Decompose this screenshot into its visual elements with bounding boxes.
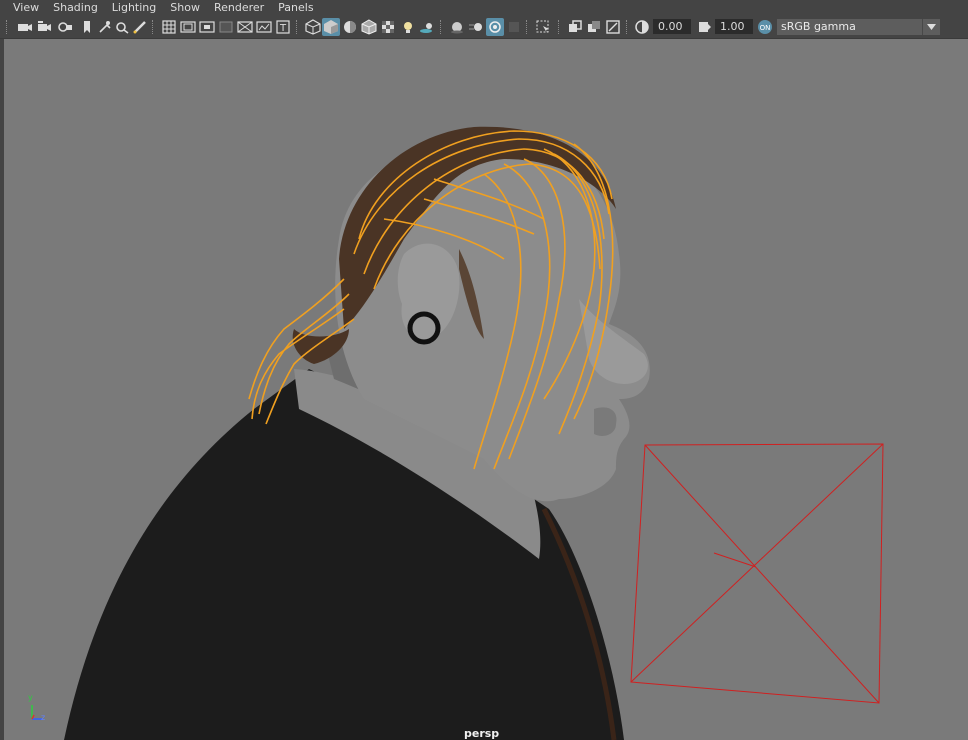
grid-icon[interactable] [160, 18, 178, 36]
grease-pencil-icon[interactable] [131, 18, 149, 36]
gamma-field[interactable]: 1.00 [715, 19, 753, 34]
panel-menu-bar: View Shading Lighting Show Renderer Pane… [0, 0, 968, 16]
chevron-down-icon[interactable] [922, 19, 940, 35]
two-d-pan-zoom-icon[interactable] [113, 18, 131, 36]
smooth-shade-icon[interactable] [322, 18, 340, 36]
wireframe-on-shaded-icon[interactable] [360, 18, 378, 36]
menu-show[interactable]: Show [163, 0, 207, 16]
xray-joints-icon[interactable] [585, 18, 603, 36]
default-material-icon[interactable] [341, 18, 359, 36]
menu-view[interactable]: View [0, 0, 46, 16]
toolbar-separator [296, 20, 299, 34]
toolbar-separator [558, 20, 561, 34]
wireframe-icon[interactable] [304, 18, 322, 36]
depth-of-field-icon[interactable] [505, 18, 523, 36]
motion-blur-icon[interactable] [467, 18, 485, 36]
axis-label-z: z [41, 713, 46, 722]
perspective-viewport[interactable]: y z persp [4, 39, 968, 740]
xray-icon[interactable] [566, 18, 584, 36]
use-all-lights-icon[interactable] [399, 18, 417, 36]
bookmark-icon[interactable] [78, 18, 96, 36]
image-plane-icon[interactable] [96, 18, 114, 36]
field-chart-icon[interactable] [236, 18, 254, 36]
view-transform-dropdown[interactable]: sRGB gamma [777, 19, 940, 35]
toolbar-separator [526, 20, 529, 34]
menu-renderer[interactable]: Renderer [207, 0, 271, 16]
menu-panels[interactable]: Panels [271, 0, 320, 16]
exposure-icon[interactable] [633, 18, 651, 36]
svg-text:ON: ON [760, 24, 771, 32]
exposure-field[interactable]: 0.00 [653, 19, 691, 34]
view-transform-value: sRGB gamma [781, 20, 856, 33]
textured-icon[interactable] [379, 18, 397, 36]
bookmark-camera-icon[interactable] [56, 18, 74, 36]
isolate-select-icon[interactable] [534, 18, 552, 36]
menu-lighting[interactable]: Lighting [105, 0, 163, 16]
svg-text:T: T [279, 23, 287, 34]
axis-label-y: y [28, 693, 33, 702]
panel-toolbar: T 0.00 1.00 ON sRGB gamma [0, 16, 968, 39]
camera-frustum [630, 443, 884, 704]
resolution-gate-icon[interactable] [198, 18, 216, 36]
toolbar-separator [626, 20, 629, 34]
shadows-icon[interactable] [418, 18, 436, 36]
camera-name-label: persp [464, 727, 500, 740]
film-gate-icon[interactable] [179, 18, 197, 36]
view-axis-gizmo: y z [24, 691, 64, 731]
multisample-aa-icon[interactable] [486, 18, 504, 36]
toolbar-separator [440, 20, 443, 34]
camera-attributes-icon[interactable] [36, 18, 54, 36]
gamma-icon[interactable] [695, 18, 713, 36]
color-management-toggle-icon[interactable]: ON [756, 18, 774, 36]
toolbar-separator [6, 20, 9, 34]
xray-active-components-icon[interactable] [604, 18, 622, 36]
select-camera-icon[interactable] [16, 18, 34, 36]
menu-shading[interactable]: Shading [46, 0, 105, 16]
toolbar-separator [152, 20, 155, 34]
screen-space-ao-icon[interactable] [448, 18, 466, 36]
gate-mask-icon[interactable] [217, 18, 235, 36]
safe-title-icon[interactable]: T [274, 18, 292, 36]
safe-action-icon[interactable] [255, 18, 273, 36]
